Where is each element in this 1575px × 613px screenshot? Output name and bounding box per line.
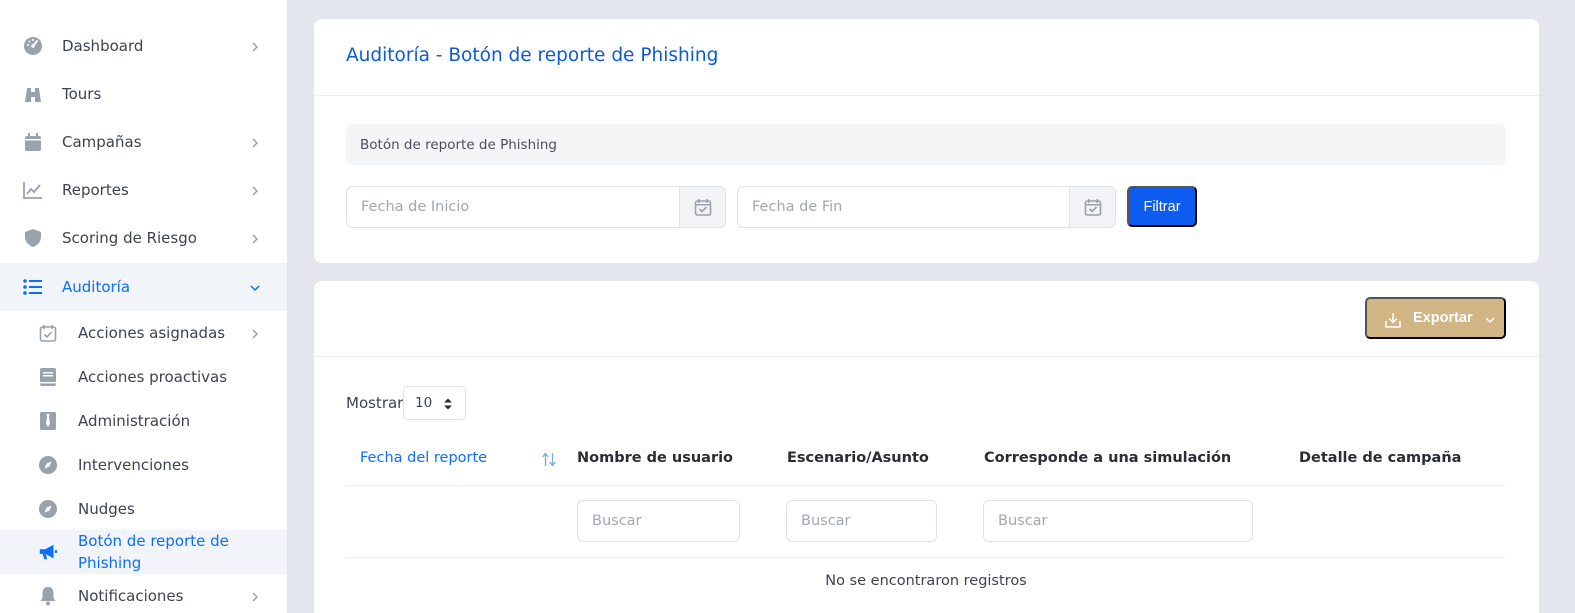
chevron-right-icon (248, 183, 262, 197)
search-input-usuario[interactable]: Buscar (577, 500, 740, 542)
page-length-select[interactable]: 10 (403, 386, 466, 420)
empty-table-message: No se encontraron registros (825, 573, 1027, 589)
filter-card: Auditoría - Botón de reporte de Phishing… (314, 19, 1539, 263)
download-icon (1383, 310, 1403, 330)
tie-icon (38, 411, 58, 431)
sidebar-subitem-notificaciones[interactable]: Notificaciones (0, 574, 287, 613)
search-placeholder: Buscar (998, 513, 1048, 529)
sidebar-item-label: Reportes (62, 181, 129, 199)
sidebar-item-label: Auditoría (62, 278, 131, 296)
module-field-value: Botón de reporte de Phishing (360, 136, 557, 153)
shield-icon (22, 227, 44, 249)
card-divider (314, 356, 1539, 357)
sidebar-subitem-intervenciones[interactable]: Intervenciones (0, 443, 287, 487)
card-divider (314, 95, 1539, 96)
header-divider (346, 485, 1506, 486)
search-placeholder: Buscar (801, 513, 851, 529)
sidebar-subitem-acciones-asignadas[interactable]: Acciones asignadas (0, 311, 287, 355)
sidebar-subitem-boton-reporte-phishing[interactable]: Botón de reporte de Phishing (0, 530, 287, 574)
sidebar-subitem-label: Administración (78, 412, 191, 430)
column-header-fecha[interactable]: Fecha del reporte (360, 450, 487, 466)
sidebar-item-dashboard[interactable]: Dashboard (0, 22, 287, 70)
calendar-check-icon[interactable] (1069, 187, 1115, 227)
table-card: Exportar Mostrar 10 Fecha del reporte No… (314, 281, 1539, 613)
sidebar-subitem-label: Acciones proactivas (78, 368, 228, 386)
bell-icon (38, 586, 58, 606)
end-date-placeholder: Fecha de Fin (752, 199, 843, 215)
chevron-right-icon (248, 326, 262, 340)
export-button[interactable]: Exportar (1365, 297, 1506, 339)
sidebar-subitem-acciones-proactivas[interactable]: Acciones proactivas (0, 355, 287, 399)
chevron-right-icon (248, 135, 262, 149)
line-chart-icon (22, 179, 44, 201)
row-divider (346, 557, 1506, 558)
sidebar-item-campanas[interactable]: Campañas (0, 118, 287, 166)
search-input-simulacion[interactable]: Buscar (983, 500, 1253, 542)
sidebar-item-label: Tours (62, 85, 102, 103)
sidebar: Dashboard Tours Campañas Reportes Scorin… (0, 0, 287, 613)
compass-icon (38, 499, 58, 519)
column-header-escenario[interactable]: Escenario/Asunto (787, 450, 929, 466)
sidebar-item-label: Campañas (62, 133, 142, 151)
list-icon (22, 276, 44, 298)
sidebar-subitem-nudges[interactable]: Nudges (0, 487, 287, 531)
calendar-check-icon[interactable] (679, 187, 725, 227)
sidebar-subitem-label: Intervenciones (78, 456, 189, 474)
export-label: Exportar (1413, 310, 1473, 326)
sidebar-item-scoring[interactable]: Scoring de Riesgo (0, 214, 287, 262)
start-date-placeholder: Fecha de Inicio (361, 199, 470, 215)
sort-icon[interactable] (541, 451, 557, 468)
sidebar-item-tours[interactable]: Tours (0, 70, 287, 118)
filter-button[interactable]: Filtrar (1127, 186, 1197, 227)
sidebar-subitem-label: Nudges (78, 500, 135, 518)
megaphone-icon (38, 542, 58, 562)
column-header-simulacion[interactable]: Corresponde a una simulación (984, 450, 1231, 466)
sidebar-item-label: Scoring de Riesgo (62, 229, 197, 247)
sidebar-subitem-label: Acciones asignadas (78, 324, 226, 342)
sidebar-item-reportes[interactable]: Reportes (0, 166, 287, 214)
chevron-down-icon (1484, 314, 1496, 326)
select-arrows-icon (442, 396, 454, 412)
sidebar-item-auditoria[interactable]: Auditoría (0, 263, 287, 311)
column-header-usuario[interactable]: Nombre de usuario (577, 450, 733, 466)
calendar-icon (22, 131, 44, 153)
page-title: Auditoría - Botón de reporte de Phishing (346, 45, 719, 66)
search-placeholder: Buscar (592, 513, 642, 529)
sidebar-subitem-administracion[interactable]: Administración (0, 399, 287, 443)
gauge-icon (22, 35, 44, 57)
compass-icon (38, 455, 58, 475)
sidebar-item-label: Dashboard (62, 37, 144, 55)
chevron-right-icon (248, 589, 262, 603)
show-entries-label: Mostrar (346, 394, 404, 412)
calendar-check-icon (38, 323, 58, 343)
start-date-field[interactable]: Fecha de Inicio (346, 186, 726, 228)
book-icon (38, 367, 58, 387)
chevron-right-icon (248, 39, 262, 53)
module-field: Botón de reporte de Phishing (346, 124, 1506, 165)
column-header-detalle[interactable]: Detalle de campaña (1299, 450, 1461, 466)
chevron-right-icon (248, 231, 262, 245)
search-input-escenario[interactable]: Buscar (786, 500, 937, 542)
end-date-field[interactable]: Fecha de Fin (737, 186, 1116, 228)
binoculars-icon (22, 83, 44, 105)
page-length-value: 10 (415, 395, 433, 411)
sidebar-subitem-label: Botón de reporte de Phishing (78, 532, 229, 572)
chevron-down-icon (248, 280, 262, 294)
sidebar-subitem-label: Notificaciones (78, 587, 184, 605)
